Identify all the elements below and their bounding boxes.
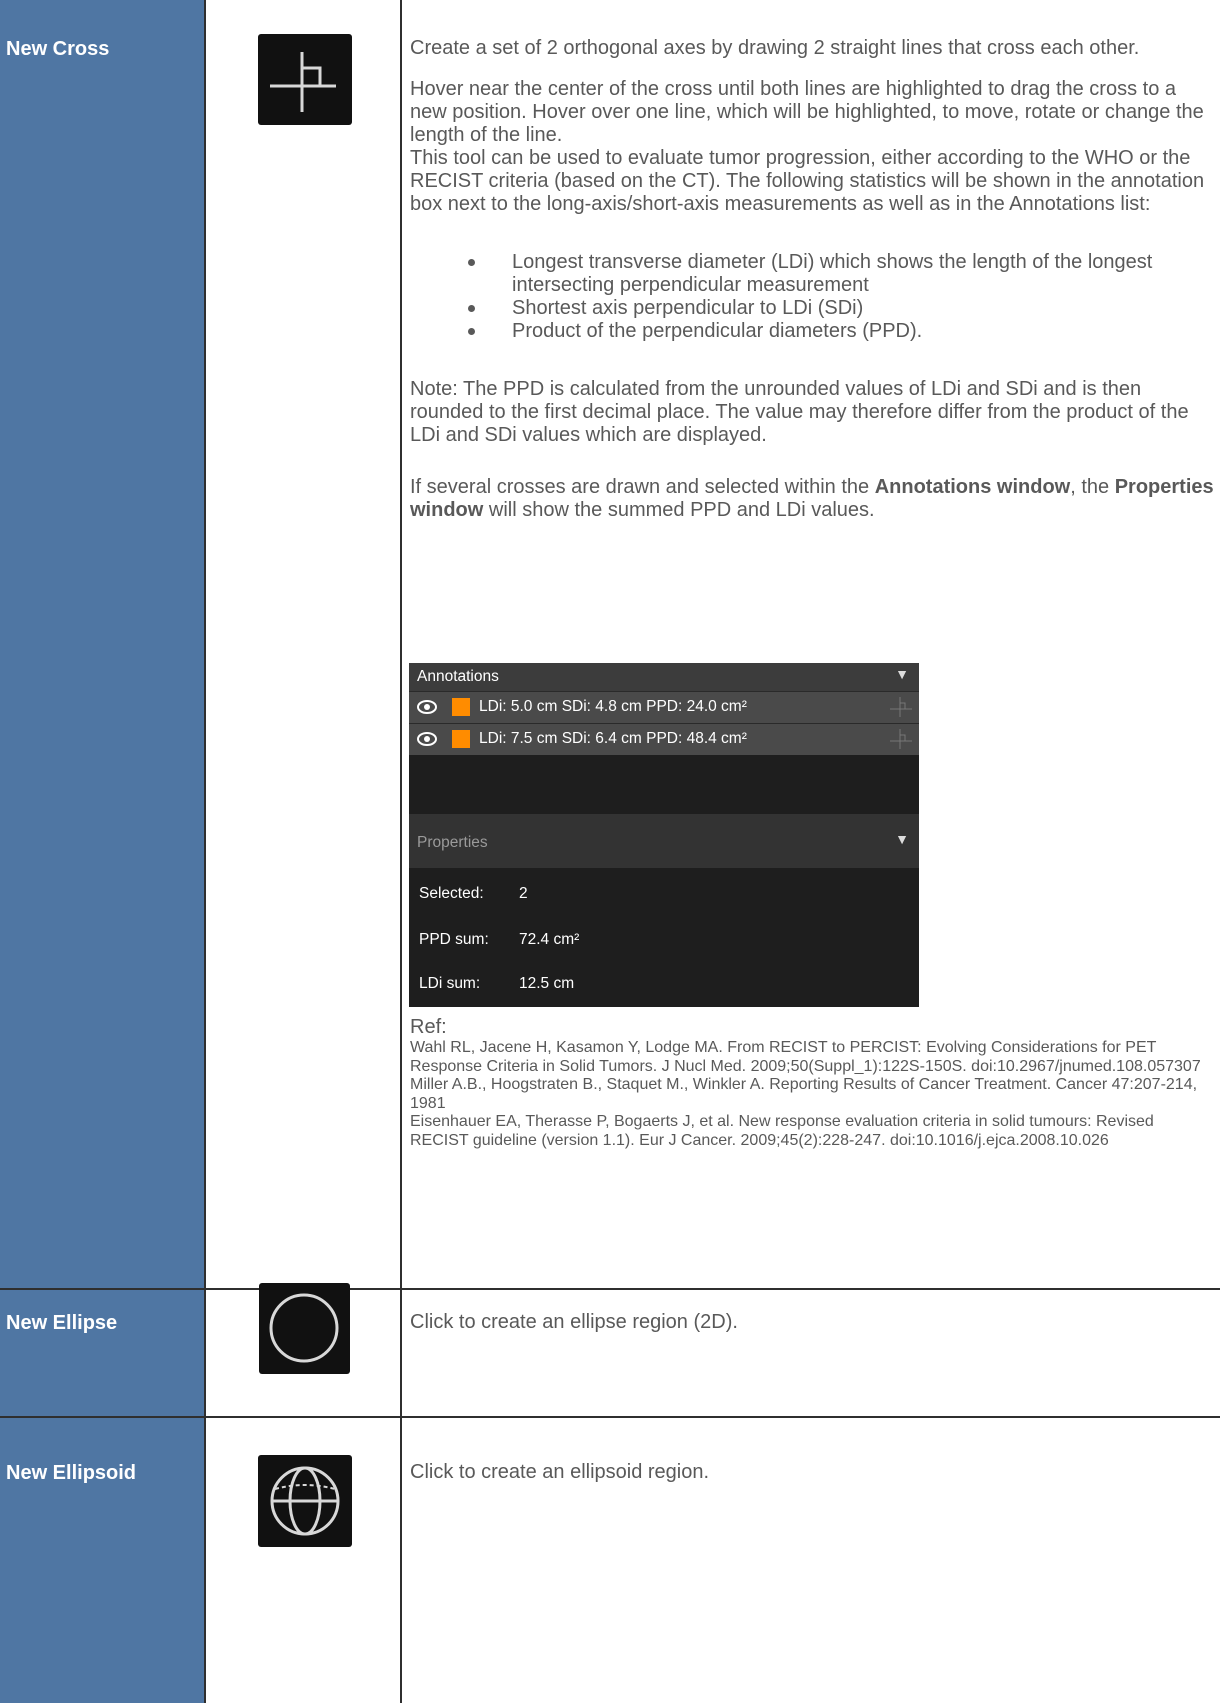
- tool-icon-cell: [206, 1283, 402, 1416]
- pin-icon[interactable]: ▼: [895, 831, 909, 847]
- property-row: PPD sum: 72.4 cm²: [419, 931, 579, 949]
- tool-icon-cell: [206, 1418, 402, 1703]
- tool-icon-cell: [206, 0, 402, 1290]
- color-swatch[interactable]: [452, 698, 470, 716]
- tool-description: Click to create an ellipsoid region.: [410, 1461, 710, 1483]
- tool-name: New Cross: [6, 38, 110, 60]
- ellipse-tool-icon: [259, 1283, 350, 1374]
- paragraph: If several crosses are drawn and selecte…: [410, 476, 1214, 521]
- property-value: 72.4 cm²: [519, 931, 580, 948]
- ref-label: Ref:: [410, 1016, 447, 1038]
- tool-name: New Ellipse: [6, 1312, 118, 1334]
- tool-name-cell: New Ellipsoid: [0, 1418, 206, 1703]
- property-value: 12.5 cm: [519, 975, 575, 992]
- bottom-rows: New Ellipse Click to create an ellipse r…: [0, 1283, 1220, 1703]
- list-item: Shortest axis perpendicular to LDi (SDi): [410, 297, 1214, 320]
- reference: Miller A.B., Hoogstraten B., Staquet M.,…: [410, 1076, 1198, 1112]
- visibility-eye-icon[interactable]: [417, 731, 437, 747]
- property-value: 2: [519, 885, 528, 902]
- tool-name-cell: New Ellipse: [0, 1290, 206, 1416]
- references: Ref: Wahl RL, Jacene H, Kasamon Y, Lodge…: [410, 1016, 1214, 1150]
- annotation-text: LDi: 7.5 cm SDi: 6.4 cm PPD: 48.4 cm²: [479, 730, 747, 747]
- property-key: LDi sum:: [419, 975, 481, 992]
- property-key: Selected:: [419, 885, 484, 902]
- property-row: Selected: 2: [419, 885, 528, 903]
- pin-icon[interactable]: ▼: [895, 666, 909, 682]
- annotations-window-term: Annotations window: [874, 476, 1071, 498]
- reference: Wahl RL, Jacene H, Kasamon Y, Lodge MA. …: [410, 1039, 1201, 1075]
- annotations-title: Annotations: [417, 668, 499, 685]
- property-key: PPD sum:: [419, 931, 489, 948]
- properties-header: Properties ▼: [409, 814, 919, 868]
- properties-title: Properties: [417, 834, 488, 851]
- note-paragraph: Note: The PPD is calculated from the unr…: [410, 378, 1189, 446]
- annotation-row[interactable]: LDi: 5.0 cm SDi: 4.8 cm PPD: 24.0 cm²: [409, 691, 919, 723]
- ellipsoid-tool-icon: [258, 1455, 352, 1547]
- paragraph: This tool can be used to evaluate tumor …: [410, 147, 1205, 215]
- annotation-text: LDi: 5.0 cm SDi: 4.8 cm PPD: 24.0 cm²: [479, 698, 747, 715]
- tool-row-new-ellipsoid: New Ellipsoid Click to create an ellipso…: [0, 1418, 1220, 1703]
- tool-description: Click to create an ellipse region (2D).: [410, 1311, 738, 1333]
- annotations-panel-screenshot: Annotations ▼ LDi: 5.0 cm SDi: 4.8 cm PP…: [409, 663, 919, 1007]
- statistics-list: Longest transverse diameter (LDi) which …: [410, 251, 1214, 343]
- annotations-header: Annotations ▼: [409, 663, 919, 691]
- tool-row-new-ellipse: New Ellipse Click to create an ellipse r…: [0, 1283, 1220, 1416]
- paragraph: Hover near the center of the cross until…: [410, 78, 1204, 146]
- list-item: Product of the perpendicular diameters (…: [410, 320, 1214, 343]
- tool-name: New Ellipsoid: [6, 1462, 137, 1484]
- cross-type-icon: [890, 697, 912, 717]
- paragraph: Create a set of 2 orthogonal axes by dra…: [410, 37, 1140, 59]
- annotation-row[interactable]: LDi: 7.5 cm SDi: 6.4 cm PPD: 48.4 cm²: [409, 723, 919, 755]
- tool-description: Create a set of 2 orthogonal axes by dra…: [410, 37, 1214, 522]
- visibility-eye-icon[interactable]: [417, 699, 437, 715]
- tool-name-cell: New Cross: [0, 0, 206, 1290]
- color-swatch[interactable]: [452, 730, 470, 748]
- reference: Eisenhauer EA, Therasse P, Bogaerts J, e…: [410, 1113, 1154, 1149]
- cross-tool-icon: [258, 34, 352, 125]
- list-item: Longest transverse diameter (LDi) which …: [410, 251, 1214, 297]
- tool-row-cross: New Cross Create a set of 2 orthogonal a…: [0, 0, 1220, 1290]
- cross-type-icon: [890, 729, 912, 749]
- property-row: LDi sum: 12.5 cm: [419, 975, 574, 993]
